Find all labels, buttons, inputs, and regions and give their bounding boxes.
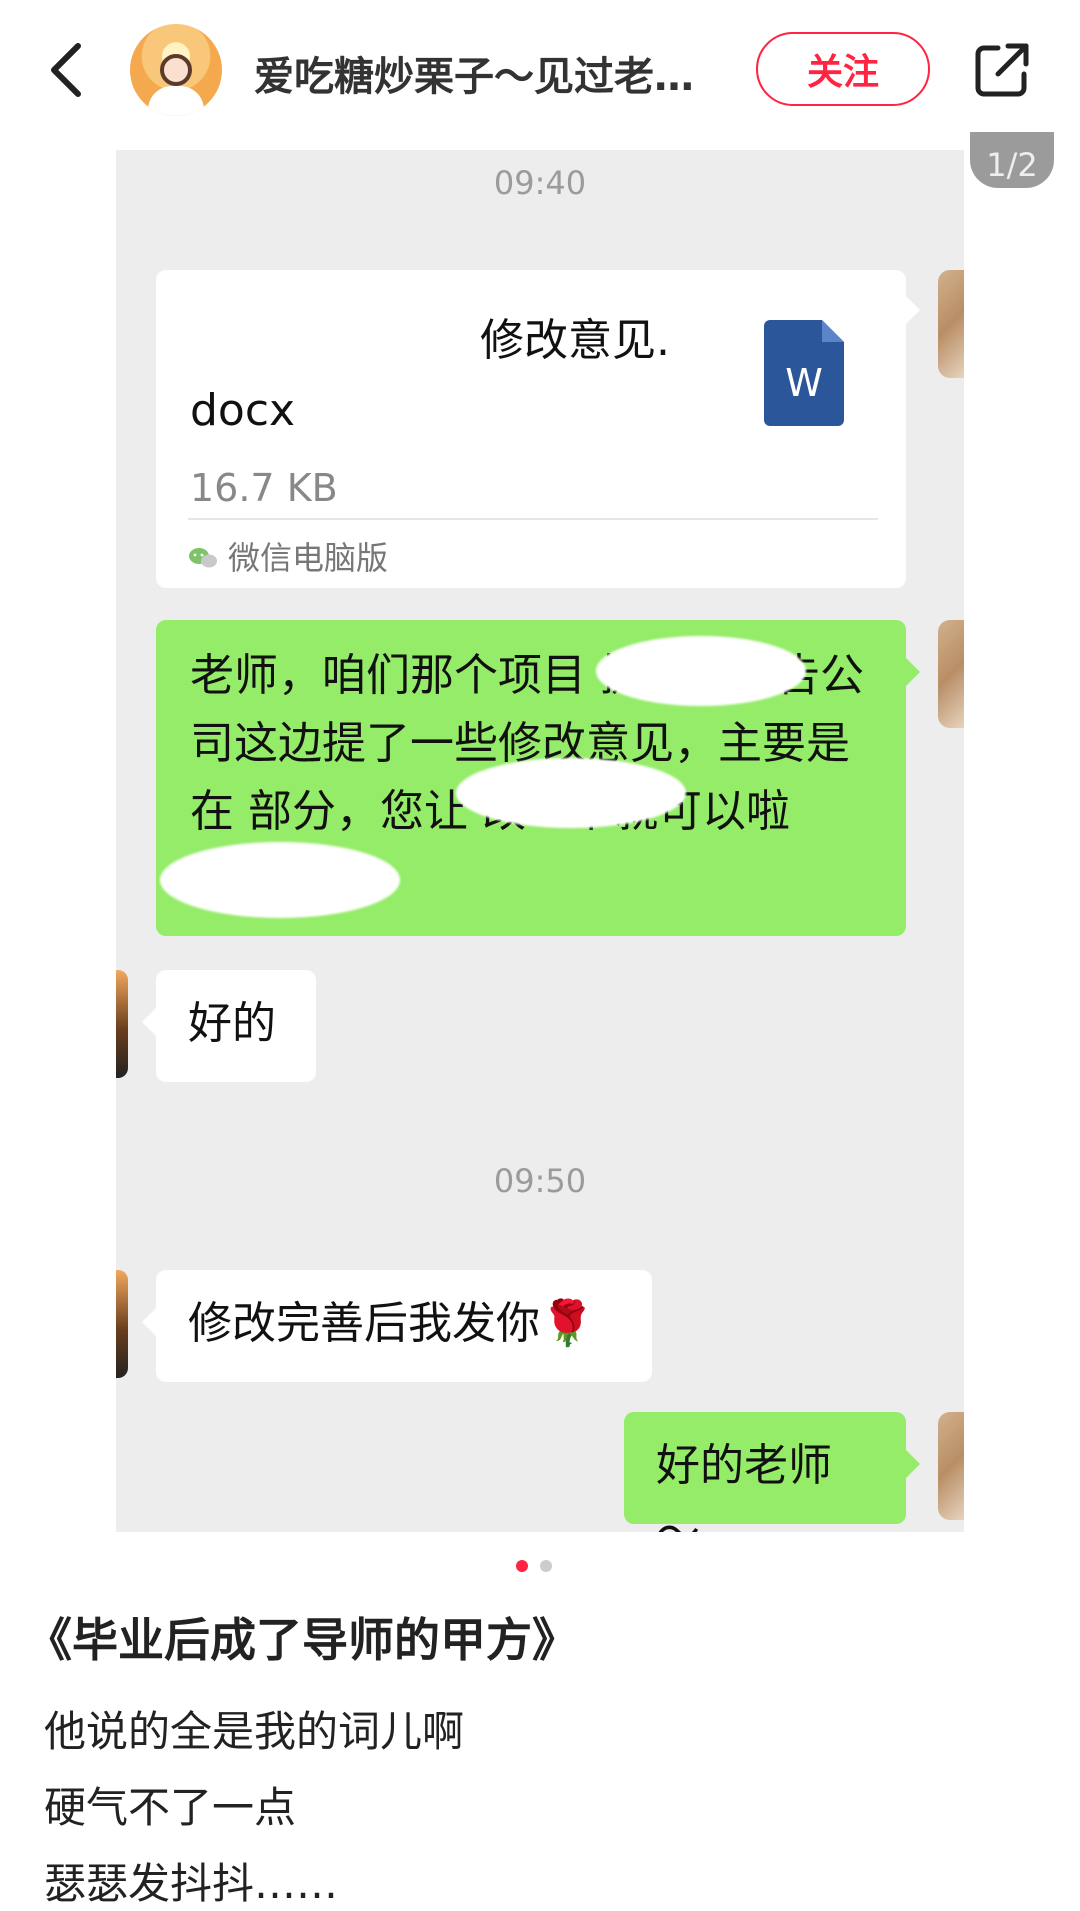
message-text: 修改完善后我发你🌹 xyxy=(188,1298,595,1349)
timestamp: 09:40 xyxy=(493,164,587,202)
pager-dot-active[interactable] xyxy=(516,1560,528,1572)
author-name[interactable]: 爱吃糖炒栗子～见过老… xyxy=(254,44,724,102)
chevron-left-icon[interactable] xyxy=(38,38,98,102)
divider xyxy=(188,518,878,520)
word-document-icon: W xyxy=(764,320,844,426)
message-bubble[interactable]: 好的 xyxy=(156,970,316,1082)
message-bubble[interactable]: 修改完善后我发你🌹 xyxy=(156,1270,652,1382)
svg-text:W: W xyxy=(785,361,823,405)
pager-dot[interactable] xyxy=(540,1560,552,1572)
avatar[interactable] xyxy=(938,620,964,728)
message-bubble[interactable]: 好的老师～ xyxy=(624,1412,906,1532)
wechat-icon xyxy=(189,548,217,568)
follow-button[interactable]: 关注 xyxy=(756,32,930,106)
post-line: 他说的全是我的词儿啊 xyxy=(44,1707,465,1756)
page-indicator: 1/2 xyxy=(970,132,1054,188)
chat-screenshot[interactable]: 09:40 修改意见. docx 16.7 KB W 微信电脑版 老师，咱们那个… xyxy=(116,150,964,1532)
message-text: 好的老师～ xyxy=(656,1440,832,1532)
top-bar: 爱吃糖炒栗子～见过老… 关注 xyxy=(0,0,1080,140)
post-line: 瑟瑟发抖抖…… xyxy=(44,1859,339,1908)
redaction xyxy=(160,842,400,918)
post-title: 《毕业后成了导师的甲方》 xyxy=(26,1613,578,1667)
timestamp: 09:50 xyxy=(493,1162,587,1200)
message-bubble[interactable]: 老师，咱们那个项目 提交的报告公司这边提了一些修改意见，主要是在 部分，您让 改… xyxy=(156,620,906,936)
post-line: 硬气不了一点 xyxy=(44,1783,297,1832)
file-name: 修改意见. docx xyxy=(190,315,670,436)
file-size: 16.7 KB xyxy=(190,466,338,510)
avatar[interactable] xyxy=(938,1412,964,1520)
file-source: 微信电脑版 xyxy=(228,539,389,577)
share-icon[interactable] xyxy=(970,38,1034,102)
redaction xyxy=(456,758,686,828)
avatar[interactable] xyxy=(130,24,222,116)
avatar[interactable] xyxy=(116,970,128,1078)
redaction xyxy=(596,636,806,706)
file-message[interactable]: 修改意见. docx 16.7 KB W 微信电脑版 xyxy=(156,270,906,588)
avatar[interactable] xyxy=(116,1270,128,1378)
avatar[interactable] xyxy=(938,270,964,378)
message-text: 好的 xyxy=(188,998,276,1049)
